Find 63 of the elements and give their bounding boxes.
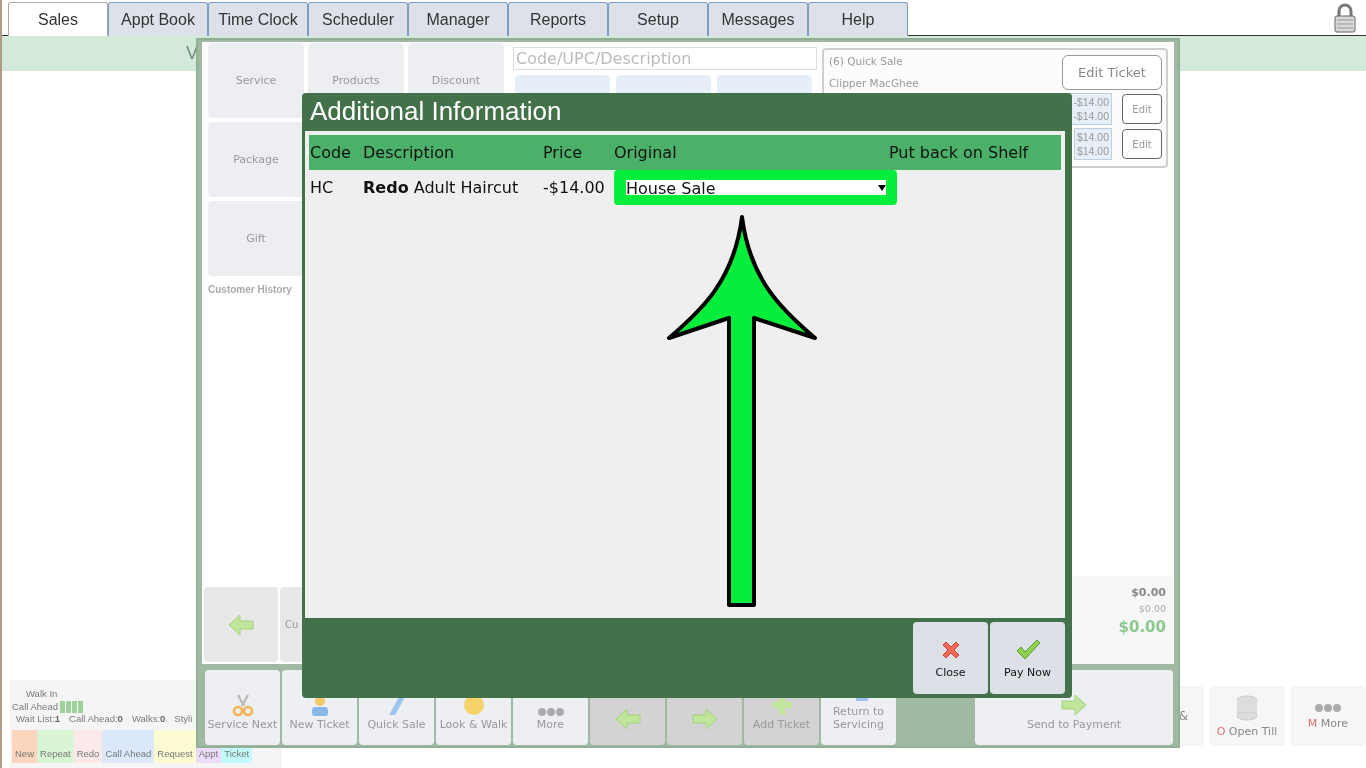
column-header: Code	[310, 143, 352, 162]
total: $0.00	[1118, 618, 1166, 636]
edit-button[interactable]: Edit	[1122, 94, 1162, 124]
queue-stat: Call Ahead:0	[69, 713, 123, 724]
category-button[interactable]: Package	[208, 122, 304, 197]
column-header: Put back on Shelf	[889, 143, 1030, 162]
amount: -$14.00	[1073, 109, 1109, 123]
tab[interactable]: Appt Book	[108, 2, 208, 36]
amount: -$14.00	[1073, 95, 1109, 109]
database-icon	[1235, 694, 1259, 721]
dialog-button[interactable]: Pay Now	[990, 622, 1065, 694]
amount: $14.00	[1076, 144, 1109, 158]
toolbar-button[interactable]: O Open Till	[1209, 686, 1285, 746]
check-icon	[1014, 637, 1041, 662]
tab[interactable]: Time Clock	[208, 2, 308, 36]
tab[interactable]: Messages	[708, 2, 808, 36]
column-header: Original	[614, 143, 678, 162]
queue-label: Call Ahead	[12, 701, 58, 712]
right-arrow-icon	[690, 707, 719, 731]
dialog-button[interactable]: Close	[913, 622, 988, 694]
table-cell-text: HC	[310, 178, 335, 197]
customer-name: Clipper MacGhee	[829, 77, 919, 89]
table-cell-text: -$14.00	[543, 178, 606, 197]
column-header: Price	[543, 143, 584, 162]
queue-bars-icon	[59, 700, 84, 713]
legend-tag: Request	[154, 730, 196, 763]
toolbar-button[interactable]: Service Next	[205, 670, 280, 745]
more-icon	[1314, 702, 1342, 713]
edit-button[interactable]: Edit	[1122, 129, 1162, 159]
legend-tag: New	[12, 730, 37, 763]
tax: $0.00	[1138, 603, 1166, 614]
more-icon	[536, 707, 565, 717]
table-cell-text: Redo Adult Haircut	[363, 178, 520, 197]
original-select[interactable]: House Sale	[626, 180, 886, 195]
legend-tag: Redo	[73, 730, 103, 763]
amount: $14.00	[1076, 130, 1109, 144]
category-button[interactable]: Service	[208, 43, 304, 118]
legend-tag: Repeat	[37, 730, 74, 763]
left-arrow-icon	[613, 707, 642, 731]
section-label: Customer History	[208, 284, 293, 295]
queue-stat: Styli	[174, 713, 193, 724]
lock-icon[interactable]	[1333, 3, 1357, 33]
tab[interactable]: Help	[808, 2, 908, 36]
category-button[interactable]: Gift	[208, 201, 304, 276]
scissors-icon	[230, 693, 255, 717]
ticket-title: (6) Quick Sale	[829, 55, 904, 67]
dropdown-caret-icon	[878, 185, 886, 191]
tab[interactable]: Manager	[408, 2, 508, 36]
column-header: Description	[363, 143, 456, 162]
queue-label: Walk In	[26, 688, 58, 699]
tab[interactable]: Setup	[608, 2, 708, 36]
tab[interactable]: Reports	[508, 2, 608, 36]
queue-stat: Walks:0	[131, 713, 166, 724]
tab[interactable]: Scheduler	[308, 2, 408, 36]
right-arrow-icon	[1060, 693, 1088, 717]
subtotal: $0.00	[1131, 586, 1166, 599]
toolbar-button[interactable]: M More	[1290, 686, 1366, 746]
queue-stat: Wait List:1	[16, 713, 60, 724]
left-arrow-icon	[227, 612, 255, 637]
tab[interactable]: Sales	[8, 2, 108, 36]
legend-tag: Call Ahead	[102, 730, 155, 763]
search-field[interactable]: Code/UPC/Description	[513, 47, 817, 70]
edit-ticket-button[interactable]: Edit Ticket	[1062, 55, 1162, 90]
